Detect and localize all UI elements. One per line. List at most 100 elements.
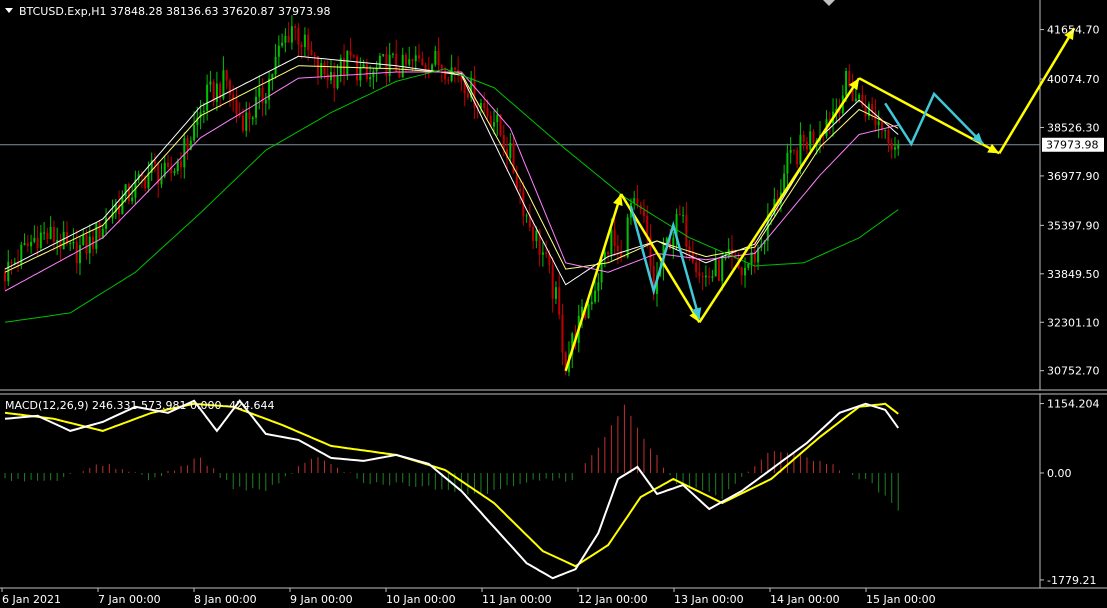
time-tick-label: 14 Jan 00:00 (770, 593, 840, 606)
candle-body (597, 282, 600, 291)
candle-body (72, 241, 75, 244)
candle-body (375, 68, 378, 72)
candle-body (290, 26, 293, 43)
candle-body (695, 262, 698, 273)
candle-body (610, 229, 613, 255)
trading-chart[interactable]: 41654.70 40074.70 38526.30 36977.90 35397.90… (0, 0, 1107, 608)
price-tick-label: 35397.90 (1047, 219, 1100, 232)
candle-body (284, 35, 287, 43)
candle-body (39, 232, 42, 249)
candle-body (704, 275, 707, 278)
candle-body (300, 44, 303, 48)
candle-body (127, 184, 130, 202)
candle-body (799, 134, 802, 165)
time-tick-label: 13 Jan 00:00 (674, 593, 744, 606)
candle-body (672, 237, 675, 249)
candle-body (183, 138, 186, 168)
candle-body (613, 229, 616, 246)
candle-body (701, 276, 704, 278)
candle-body (708, 275, 711, 278)
candle-body (274, 56, 277, 75)
candle-body (43, 232, 46, 234)
candle-body (685, 215, 688, 247)
candle-body (421, 58, 424, 65)
candle-body (698, 272, 701, 277)
candle-body (721, 258, 724, 281)
candle-body (85, 234, 88, 254)
candle-body (180, 161, 183, 168)
time-tick-label: 6 Jan 2021 (2, 593, 61, 606)
candle-body (303, 34, 306, 48)
candle-body (864, 105, 867, 117)
candle-body (215, 83, 218, 102)
candle-body (616, 245, 619, 252)
candle-body (447, 79, 450, 81)
candle-body (744, 267, 747, 276)
candle-body (326, 74, 329, 81)
candle-body (356, 56, 359, 81)
candle-body (551, 264, 554, 299)
candle-body (281, 42, 284, 46)
candle-body (297, 27, 300, 45)
candle-body (711, 276, 714, 278)
time-tick-label: 8 Jan 00:00 (194, 593, 257, 606)
time-tick-label: 15 Jan 00:00 (866, 593, 936, 606)
macd-tick-label: -1779.21 (1047, 574, 1096, 587)
candle-body (23, 243, 26, 245)
candle-body (36, 237, 39, 249)
candle-body (809, 131, 812, 150)
candle-body (202, 110, 205, 113)
candle-body (365, 64, 368, 80)
candle-body (228, 80, 231, 95)
candle-body (858, 94, 861, 99)
candle-body (802, 134, 805, 142)
candle-body (336, 76, 339, 89)
candle-body (434, 50, 437, 65)
candle-body (678, 214, 681, 216)
candle-body (590, 301, 593, 305)
price-tick-label: 30752.70 (1047, 365, 1100, 378)
candle-body (333, 71, 336, 89)
time-tick-label: 10 Jan 00:00 (386, 593, 456, 606)
candle-body (845, 71, 848, 96)
price-tick-label: 36977.90 (1047, 170, 1100, 183)
candle-body (642, 209, 645, 216)
candle-body (525, 215, 528, 217)
candle-body (10, 261, 13, 264)
candle-body (209, 81, 212, 85)
candle-body (105, 217, 108, 229)
candle-body (294, 26, 297, 28)
candle-body (483, 103, 486, 109)
candle-body (271, 74, 274, 79)
candle-body (4, 272, 6, 282)
price-tick-label: 38526.30 (1047, 121, 1100, 134)
candle-body (307, 34, 310, 50)
candle-body (248, 112, 251, 120)
candle-body (561, 314, 564, 353)
candle-body (251, 117, 254, 120)
candle-body (414, 55, 417, 62)
candle-body (437, 50, 440, 66)
time-tick-label: 9 Jan 00:00 (290, 593, 353, 606)
candle-body (62, 231, 65, 250)
candle-body (893, 147, 896, 150)
candle-body (636, 198, 639, 205)
candle-body (897, 144, 900, 149)
candle-body (493, 122, 495, 127)
candle-body (313, 54, 316, 57)
candle-body (369, 77, 372, 80)
candle-body (186, 138, 189, 150)
candle-body (519, 188, 522, 192)
candle-body (69, 243, 72, 245)
candle-body (264, 99, 267, 104)
candle-body (131, 197, 134, 202)
candle-body (890, 143, 893, 150)
symbol-line: BTCUSD.Exp,H1 37848.28 38136.63 37620.87… (19, 5, 330, 18)
price-tick-label: 33849.50 (1047, 268, 1100, 281)
candle-body (805, 141, 808, 150)
candle-body (382, 54, 385, 56)
candle-body (121, 196, 124, 215)
candle-body (408, 59, 411, 65)
candle-body (509, 143, 512, 158)
candle-body (607, 252, 610, 255)
